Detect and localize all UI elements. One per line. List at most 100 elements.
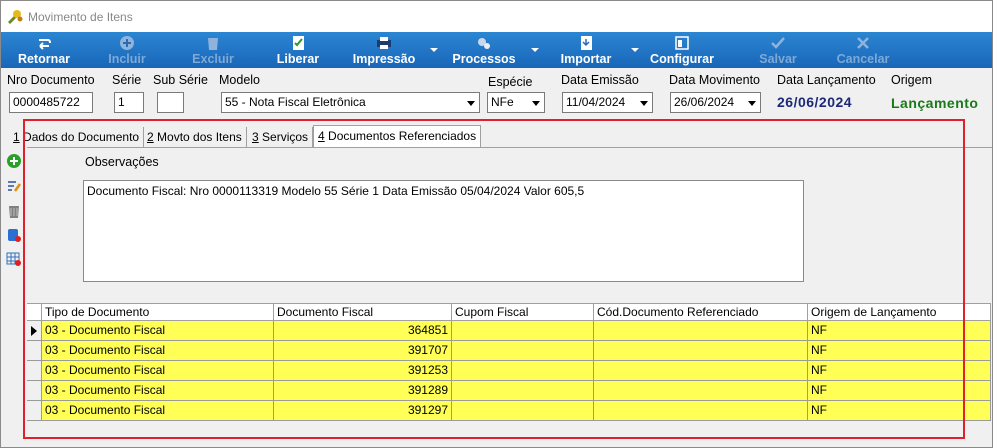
- origem-value: Lançamento: [891, 95, 979, 111]
- table-row[interactable]: 03 - Documento Fiscal 391253 NF: [27, 361, 991, 381]
- liberar-button[interactable]: Liberar: [275, 32, 321, 68]
- chevron-down-icon: [748, 101, 756, 106]
- cell-cupom-fiscal[interactable]: [452, 341, 594, 361]
- table-row[interactable]: 03 - Documento Fiscal 391707 NF: [27, 341, 991, 361]
- trash-icon[interactable]: [6, 203, 22, 219]
- data-lancamento-label: Data Lançamento: [777, 73, 876, 87]
- column-header-tipo-documento[interactable]: Tipo de Documento: [42, 303, 274, 321]
- cell-origem-lancamento[interactable]: NF: [808, 401, 991, 421]
- chevron-down-icon: [532, 101, 540, 106]
- toolbar: Retornar Incluir Excluir Liberar Impress…: [1, 32, 992, 68]
- column-header-documento-fiscal[interactable]: Documento Fiscal: [274, 303, 452, 321]
- sub-serie-label: Sub Série: [153, 73, 208, 87]
- especie-label: Espécie: [488, 75, 533, 89]
- tab-movto-itens[interactable]: 2 Movto dos Itens: [143, 127, 247, 147]
- observacoes-label: Observações: [85, 155, 159, 169]
- cell-cupom-fiscal[interactable]: [452, 321, 594, 341]
- add-circle-icon: [120, 36, 134, 50]
- observacoes-textarea[interactable]: Documento Fiscal: Nro 0000113319 Modelo …: [83, 180, 804, 282]
- cell-tipo-documento[interactable]: 03 - Documento Fiscal: [42, 361, 274, 381]
- cell-cod-documento-referenciado[interactable]: [594, 321, 808, 341]
- column-header-cupom-fiscal[interactable]: Cupom Fiscal: [452, 303, 594, 321]
- cell-documento-fiscal[interactable]: 391707: [274, 341, 452, 361]
- nro-documento-field[interactable]: 0000485722: [9, 92, 93, 113]
- retornar-button[interactable]: Retornar: [15, 32, 73, 68]
- cell-cupom-fiscal[interactable]: [452, 381, 594, 401]
- processos-dropdown-arrow[interactable]: [531, 48, 539, 52]
- especie-select[interactable]: NFe: [487, 92, 545, 113]
- cell-documento-fiscal[interactable]: 391297: [274, 401, 452, 421]
- importar-button[interactable]: Importar: [556, 32, 616, 68]
- data-movimento-label: Data Movimento: [669, 73, 761, 87]
- tab-strip: 1 Dados do Documento 2 Movto dos Itens 3…: [1, 125, 992, 147]
- printer-icon: [377, 37, 391, 49]
- return-arrow-icon: [39, 39, 51, 50]
- document-header-fields: Nro Documento 0000485722 Série 1 Sub Sér…: [1, 68, 992, 122]
- cell-documento-fiscal[interactable]: 391289: [274, 381, 452, 401]
- import-document-icon: [581, 36, 592, 50]
- salvar-button[interactable]: Salvar: [757, 32, 799, 68]
- modelo-label: Modelo: [219, 73, 260, 87]
- chevron-down-icon: [640, 101, 648, 106]
- data-emissao-picker[interactable]: 11/04/2024: [562, 92, 653, 113]
- grid-icon[interactable]: [6, 251, 22, 267]
- data-movimento-picker[interactable]: 26/06/2024: [670, 92, 761, 113]
- impressao-dropdown-arrow[interactable]: [430, 48, 438, 52]
- configurar-button[interactable]: Configurar: [647, 32, 717, 68]
- table-row[interactable]: 03 - Documento Fiscal 391289 NF: [27, 381, 991, 401]
- table-row[interactable]: 03 - Documento Fiscal 391297 NF: [27, 401, 991, 421]
- app-window: Movimento de Itens Retornar Incluir Excl…: [0, 0, 993, 448]
- sub-serie-field[interactable]: [157, 92, 184, 113]
- grid-header: Tipo de Documento Documento Fiscal Cupom…: [27, 303, 991, 321]
- cell-tipo-documento[interactable]: 03 - Documento Fiscal: [42, 401, 274, 421]
- side-toolbar: [1, 147, 27, 447]
- checkmark-icon: [771, 37, 785, 49]
- importar-dropdown-arrow[interactable]: [631, 48, 639, 52]
- cell-origem-lancamento[interactable]: NF: [808, 361, 991, 381]
- cell-cod-documento-referenciado[interactable]: [594, 401, 808, 421]
- grid-indicator-header: [27, 303, 42, 321]
- cancelar-button[interactable]: Cancelar: [835, 32, 891, 68]
- gears-icon: [478, 38, 490, 49]
- table-row[interactable]: 03 - Documento Fiscal 364851 NF: [27, 321, 991, 341]
- row-indicator: [27, 341, 42, 361]
- column-header-cod-documento-referenciado[interactable]: Cód.Documento Referenciado: [594, 303, 808, 321]
- cell-cupom-fiscal[interactable]: [452, 401, 594, 421]
- data-emissao-label: Data Emissão: [561, 73, 639, 87]
- row-indicator: [27, 321, 42, 341]
- cell-tipo-documento[interactable]: 03 - Documento Fiscal: [42, 381, 274, 401]
- cell-tipo-documento[interactable]: 03 - Documento Fiscal: [42, 321, 274, 341]
- cell-origem-lancamento[interactable]: NF: [808, 321, 991, 341]
- modelo-select[interactable]: 55 - Nota Fiscal Eletrônica: [221, 92, 480, 113]
- data-lancamento-value: 26/06/2024: [777, 94, 853, 110]
- impressao-button[interactable]: Impressão: [349, 32, 419, 68]
- cell-documento-fiscal[interactable]: 391253: [274, 361, 452, 381]
- cell-origem-lancamento[interactable]: NF: [808, 341, 991, 361]
- cell-cod-documento-referenciado[interactable]: [594, 341, 808, 361]
- title-bar: Movimento de Itens: [1, 1, 992, 32]
- cell-origem-lancamento[interactable]: NF: [808, 381, 991, 401]
- nro-documento-label: Nro Documento: [7, 73, 95, 87]
- tab-dados-documento[interactable]: 1 Dados do Documento: [9, 127, 145, 147]
- serie-field[interactable]: 1: [114, 92, 144, 113]
- processos-button[interactable]: Processos: [451, 32, 517, 68]
- trash-icon: [208, 38, 218, 50]
- incluir-button[interactable]: Incluir: [105, 32, 149, 68]
- excluir-button[interactable]: Excluir: [191, 32, 235, 68]
- add-icon[interactable]: [6, 153, 22, 169]
- cell-documento-fiscal[interactable]: 364851: [274, 321, 452, 341]
- app-logo-icon: [8, 9, 23, 24]
- column-header-origem-lancamento[interactable]: Origem de Lançamento: [808, 303, 991, 321]
- checklist-icon: [293, 36, 304, 50]
- tab-documentos-referenciados[interactable]: 4 Documentos Referenciados: [313, 125, 482, 147]
- cell-cupom-fiscal[interactable]: [452, 361, 594, 381]
- cell-tipo-documento[interactable]: 03 - Documento Fiscal: [42, 341, 274, 361]
- edit-icon[interactable]: [6, 178, 22, 194]
- serie-label: Série: [112, 73, 142, 87]
- tab-servicos[interactable]: 3 Serviços: [248, 127, 314, 147]
- settings-window-icon: [675, 36, 689, 50]
- cell-cod-documento-referenciado[interactable]: [594, 361, 808, 381]
- origem-label: Origem: [891, 73, 932, 87]
- database-icon[interactable]: [6, 227, 22, 243]
- cell-cod-documento-referenciado[interactable]: [594, 381, 808, 401]
